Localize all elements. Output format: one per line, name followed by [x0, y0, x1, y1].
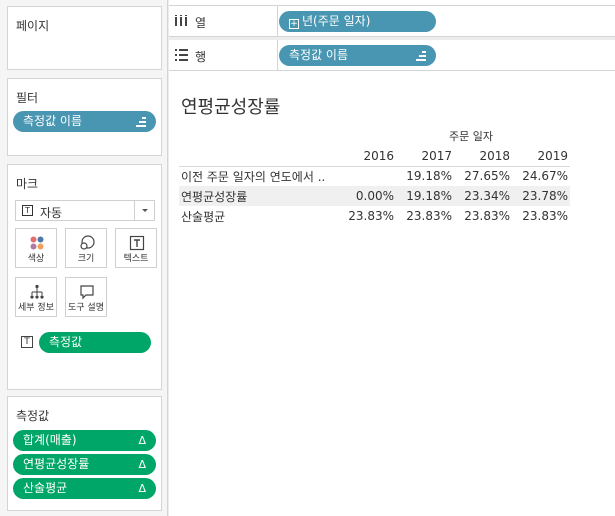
- year-header: 2016: [363, 148, 394, 163]
- detail-button[interactable]: 세부 정보: [15, 277, 57, 317]
- rows-label: 행: [195, 50, 207, 64]
- table-cell: 23.34%: [454, 186, 512, 206]
- tooltip-button[interactable]: 도구 설명: [65, 277, 107, 317]
- table-row: 이전 주문 일자의 연도에서 .. 19.18% 27.65% 24.67%: [179, 165, 570, 186]
- delta-icon: Δ: [138, 458, 146, 471]
- tooltip-label: 도구 설명: [68, 303, 104, 313]
- table-row: 산술평균 23.83% 23.83% 23.83% 23.83%: [179, 206, 570, 226]
- measure-pill-label: 합계(매출): [23, 433, 77, 447]
- delta-icon: Δ: [138, 482, 146, 495]
- crosstab-table: 주문 일자 2016 2017 2018 2019 이전 주문 일자의 연도에서…: [179, 126, 570, 226]
- plus-box-icon: +: [289, 19, 299, 29]
- column-header-order-date: 주문 일자: [449, 130, 493, 143]
- table-cell: 27.65%: [454, 165, 512, 186]
- sort-icon: [136, 117, 146, 127]
- pages-title: 페이지: [16, 19, 50, 33]
- filters-card[interactable]: 필터 측정값 이름: [7, 78, 162, 156]
- measure-pill-label: 산술평균: [23, 481, 68, 495]
- delta-icon: Δ: [138, 434, 146, 447]
- table-row: 연평균성장률 0.00% 19.18% 23.34% 23.78%: [179, 186, 570, 206]
- size-icon: [80, 235, 95, 250]
- table-cell: 19.18%: [396, 186, 454, 206]
- columns-shelf[interactable]: 열 + 년(주문 일자): [169, 6, 615, 37]
- columns-pill-year[interactable]: + 년(주문 일자): [279, 11, 436, 32]
- filters-title: 필터: [16, 91, 39, 105]
- year-header: 2017: [421, 148, 452, 163]
- measure-pill-label: 연평균성장률: [23, 457, 90, 471]
- marks-title: 마크: [16, 177, 39, 191]
- view-canvas[interactable]: 연평균성장률 주문 일자 2016 2017 2018 2019 이전 주문 일…: [169, 71, 615, 516]
- text-encoding-icon: T: [21, 336, 33, 348]
- filter-pill-measure-names[interactable]: 측정값 이름: [13, 111, 156, 132]
- view-title: 연평균성장률: [181, 97, 281, 118]
- color-button[interactable]: 색상: [15, 228, 57, 268]
- marks-text-pill-label: 측정값: [49, 335, 83, 349]
- mark-type-label: 자동: [40, 206, 63, 220]
- measure-pill-arithmetic-mean[interactable]: 산술평균 Δ: [13, 478, 156, 499]
- sort-icon: [416, 51, 426, 61]
- dropdown-toggle[interactable]: [134, 201, 154, 220]
- rows-pill-measure-names[interactable]: 측정값 이름: [279, 45, 436, 66]
- columns-icon: [175, 15, 187, 26]
- table-cell: [334, 165, 396, 186]
- table-cell: 24.67%: [512, 165, 570, 186]
- tooltip-icon: [80, 285, 94, 300]
- shelf-divider: [277, 6, 278, 37]
- detail-icon: [30, 284, 44, 299]
- row-header: 산술평균: [181, 209, 226, 224]
- rows-pill-label: 측정값 이름: [289, 48, 349, 62]
- color-icon: [30, 236, 44, 250]
- table-cell: 23.83%: [348, 209, 394, 223]
- pages-card[interactable]: 페이지: [7, 6, 162, 70]
- size-button[interactable]: 크기: [65, 228, 107, 268]
- columns-pill-label: 년(주문 일자): [302, 14, 371, 28]
- table-cell: 23.83%: [522, 209, 568, 223]
- mark-type-dropdown[interactable]: T 자동: [15, 200, 155, 221]
- year-header: 2019: [537, 148, 568, 163]
- table-cell: 0.00%: [334, 186, 396, 206]
- measure-pill-sum-sales[interactable]: 합계(매출) Δ: [13, 430, 156, 451]
- rows-shelf[interactable]: 행 측정값 이름: [169, 40, 615, 71]
- table-cell: 23.83%: [464, 209, 510, 223]
- year-header: 2018: [479, 148, 510, 163]
- measure-values-title: 측정값: [16, 409, 50, 423]
- rows-icon: [175, 49, 188, 61]
- measure-pill-cagr[interactable]: 연평균성장률 Δ: [13, 454, 156, 475]
- text-button[interactable]: 텍스트: [115, 228, 157, 268]
- filter-pill-label: 측정값 이름: [23, 114, 83, 128]
- text-icon: [129, 235, 145, 251]
- text-mark-icon: T: [22, 205, 33, 216]
- row-header: 이전 주문 일자의 연도에서 ..: [179, 165, 334, 186]
- text-label: 텍스트: [123, 254, 149, 264]
- columns-label: 열: [195, 16, 207, 30]
- color-label: 색상: [27, 254, 45, 264]
- table-cell: 19.18%: [396, 165, 454, 186]
- marks-card: 마크 T 자동 색상 크기 텍스트 세부 정보 도구 설명 T 측정값: [7, 164, 162, 390]
- size-label: 크기: [77, 254, 95, 264]
- table-cell: 23.78%: [512, 186, 570, 206]
- shelf-divider: [277, 40, 278, 71]
- chevron-down-icon: [142, 209, 148, 212]
- measure-values-card: 측정값 합계(매출) Δ 연평균성장률 Δ 산술평균 Δ: [7, 396, 162, 511]
- detail-label: 세부 정보: [18, 303, 54, 313]
- table-cell: 23.83%: [406, 209, 452, 223]
- marks-text-pill[interactable]: 측정값: [39, 332, 151, 353]
- row-header: 연평균성장률: [179, 186, 334, 206]
- left-panel: 페이지 필터 측정값 이름 마크 T 자동 색상 크기 텍스트 세부 정보 도구…: [0, 0, 168, 516]
